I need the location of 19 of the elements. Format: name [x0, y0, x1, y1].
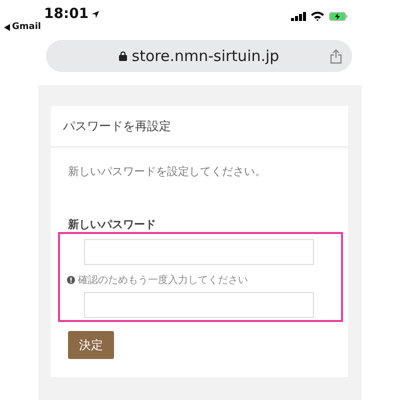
instruction-text: 新しいパスワードを設定してください。	[68, 164, 267, 179]
address-bar[interactable]: store.nmn-sirtuin.jp	[46, 40, 352, 72]
card-title: パスワードを再設定	[63, 118, 171, 134]
password-field[interactable]	[84, 239, 314, 265]
confirm-password-field[interactable]	[84, 292, 314, 318]
hint-text: 確認のためもう一度入力してください	[78, 274, 248, 287]
battery-icon	[329, 12, 348, 20]
lock-icon	[118, 51, 127, 61]
info-icon	[67, 276, 75, 284]
share-icon[interactable]	[330, 48, 342, 64]
field-label: 新しいパスワード	[68, 217, 157, 232]
submit-button[interactable]: 決定	[68, 331, 114, 359]
back-icon[interactable]	[4, 24, 10, 30]
wifi-icon	[311, 11, 324, 21]
signal-icon	[291, 12, 306, 20]
location-icon	[90, 10, 100, 18]
back-app-link[interactable]: Gmail	[12, 22, 42, 32]
url-text: store.nmn-sirtuin.jp	[132, 47, 280, 65]
status-time: 18:01	[44, 6, 100, 22]
